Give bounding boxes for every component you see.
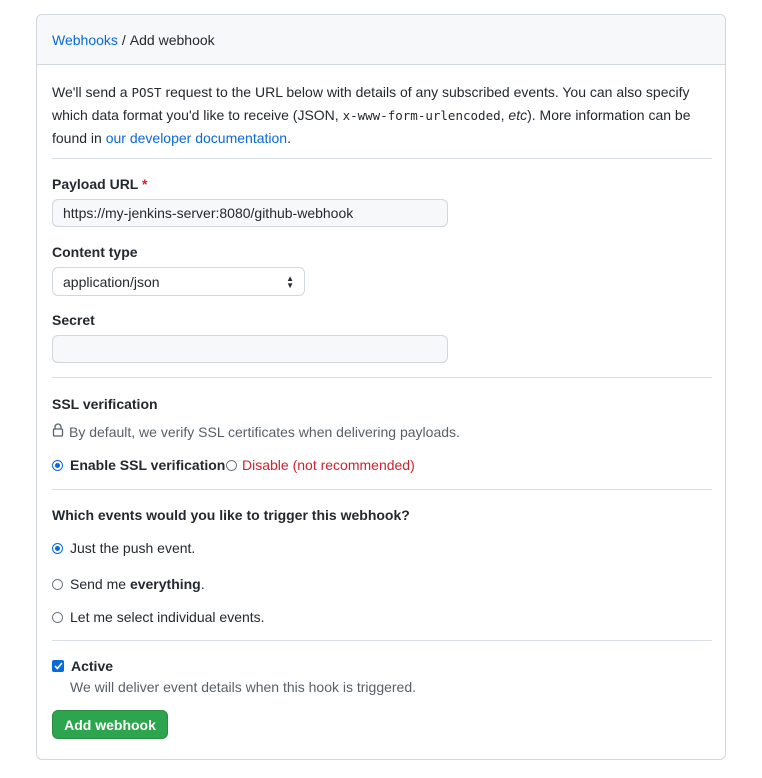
intro-code-post: POST	[131, 85, 162, 100]
events-question: Which events would you like to trigger t…	[52, 507, 410, 523]
content-type-selected: application/json	[63, 273, 160, 290]
event-option-everything[interactable]: Send me everything.	[52, 576, 205, 592]
event-individual-radio[interactable]	[52, 611, 63, 623]
ssl-disable-option[interactable]: Disable (not recommended)	[226, 457, 415, 473]
active-checkbox[interactable]	[52, 660, 64, 672]
ssl-note-text: By default, we verify SSL certificates w…	[69, 423, 460, 440]
developer-docs-link[interactable]: our developer documentation	[106, 130, 287, 146]
active-note: We will deliver event details when this …	[70, 679, 417, 695]
required-mark: *	[142, 176, 148, 192]
breadcrumb-current: Add webhook	[129, 31, 215, 48]
add-webhook-button[interactable]: Add webhook	[52, 710, 168, 739]
content-type-select[interactable]: application/json ▲ ▼	[52, 267, 305, 296]
active-option[interactable]: Active	[52, 658, 113, 674]
intro-text-part: We'll send a	[52, 84, 132, 100]
panel-header: Webhooks / Add webhook	[37, 15, 725, 65]
divider	[52, 489, 712, 490]
divider	[52, 377, 712, 378]
checkmark-icon	[53, 662, 63, 670]
event-push-radio[interactable]	[52, 542, 63, 554]
divider	[52, 640, 712, 641]
event-push-label[interactable]: Just the push event.	[70, 540, 195, 556]
event-everything-label-suffix[interactable]: .	[201, 576, 205, 592]
ssl-enable-label[interactable]: Enable SSL verification	[70, 457, 225, 473]
content-type-label: Content type	[52, 244, 138, 260]
secret-input[interactable]	[52, 335, 448, 363]
event-everything-label-prefix[interactable]: Send me	[70, 576, 130, 592]
ssl-title: SSL verification	[52, 396, 158, 412]
event-individual-label[interactable]: Let me select individual events.	[70, 609, 265, 625]
intro-text: We'll send a POST request to the URL bel…	[52, 81, 717, 149]
ssl-enable-radio[interactable]	[52, 459, 63, 471]
secret-label: Secret	[52, 312, 95, 328]
payload-url-label-text: Payload URL	[52, 176, 139, 192]
lock-icon	[52, 423, 64, 440]
intro-etc: etc	[508, 107, 528, 123]
breadcrumb-separator: /	[121, 31, 126, 48]
event-option-push[interactable]: Just the push event.	[52, 540, 195, 556]
select-arrows-icon: ▲ ▼	[286, 273, 294, 290]
ssl-disable-radio[interactable]	[226, 459, 237, 471]
intro-code-form: x-www-form-urlencoded	[342, 108, 501, 123]
ssl-enable-option[interactable]: Enable SSL verification	[52, 457, 225, 473]
webhook-form-panel: Webhooks / Add webhook We'll send a POST…	[36, 14, 726, 760]
event-option-individual[interactable]: Let me select individual events.	[52, 609, 265, 625]
ssl-disable-label[interactable]: Disable (not recommended)	[242, 457, 415, 473]
payload-url-label: Payload URL *	[52, 176, 147, 192]
divider	[52, 158, 712, 159]
active-label[interactable]: Active	[71, 658, 113, 674]
payload-url-input[interactable]	[52, 199, 448, 227]
event-everything-radio[interactable]	[52, 578, 63, 590]
event-everything-label-bold[interactable]: everything	[130, 576, 201, 592]
intro-text-part: .	[287, 130, 291, 146]
breadcrumb-webhooks-link[interactable]: Webhooks	[52, 32, 118, 48]
ssl-note: By default, we verify SSL certificates w…	[52, 423, 460, 440]
